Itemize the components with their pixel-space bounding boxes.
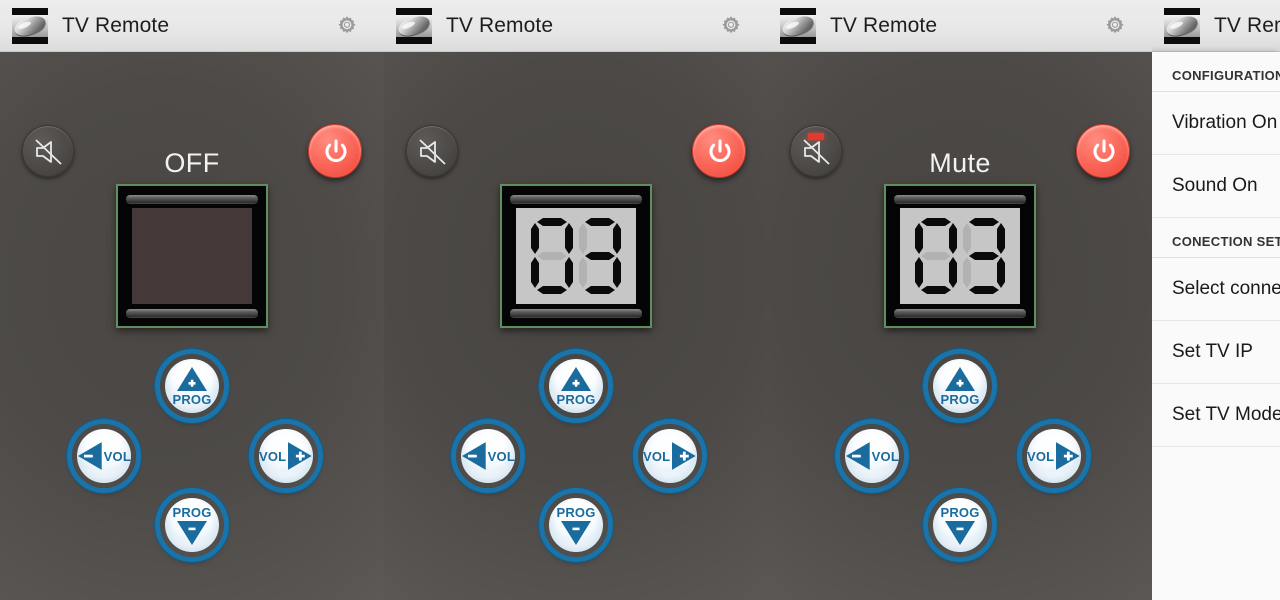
display-bottom-bar [126, 309, 258, 317]
settings-item-vibration[interactable]: Vibration On [1152, 92, 1280, 155]
prog-down-label: PROG [556, 504, 596, 520]
triangle-right-icon [672, 442, 697, 470]
app-screenshot-channel: TV Remote PROG VOL VOL PROG [384, 0, 768, 600]
triangle-left-icon [845, 442, 870, 470]
app-screenshot-off: TV Remote OFF PROG VOL VOL PROG [0, 0, 384, 600]
triangle-left-icon [461, 442, 486, 470]
prog-up-button[interactable]: PROG [544, 354, 608, 418]
gear-icon[interactable] [334, 13, 360, 39]
triangle-up-icon [561, 366, 591, 391]
vol-down-label: VOL [103, 448, 131, 464]
settings-section-header-configuration: CONFIGURATION [1152, 52, 1280, 92]
screenshot-strip: TV Remote OFF PROG VOL VOL PROG TV Remot… [0, 0, 1280, 600]
status-text: OFF [164, 148, 220, 178]
prog-up-button[interactable]: PROG [160, 354, 224, 418]
mute-icon [419, 139, 446, 165]
settings-item-select-connection[interactable]: Select connection [1152, 258, 1280, 321]
settings-item-set-tv-ip[interactable]: Set TV IP [1152, 321, 1280, 384]
prog-down-label: PROG [940, 504, 980, 520]
mute-button[interactable] [406, 125, 458, 177]
prog-down-button[interactable]: PROG [928, 493, 992, 557]
prog-up-label: PROG [556, 391, 596, 407]
display-bottom-bar [894, 309, 1026, 317]
app-title: TV Remote [446, 13, 554, 37]
vol-up-label: VOL [643, 448, 671, 464]
title-bar: TV Remote [768, 0, 1152, 52]
vol-up-button[interactable]: VOL [638, 424, 702, 488]
vol-down-label: VOL [871, 448, 899, 464]
settings-section-header-connection: CONECTION SETTINGS [1152, 218, 1280, 258]
remote-body: OFF PROG VOL VOL PROG [0, 52, 384, 600]
tv-remote-icon [780, 7, 816, 44]
tv-remote-icon [1164, 7, 1200, 44]
app-screenshot-settings: TV Remote CONFIGURATION Vibration On Sou… [1152, 0, 1280, 600]
vol-down-button[interactable]: VOL [840, 424, 904, 488]
power-button[interactable] [692, 124, 746, 178]
display-top-bar [510, 195, 642, 203]
tv-display-channel [500, 184, 652, 328]
vol-up-button[interactable]: VOL [1022, 424, 1086, 488]
title-bar: TV Remote [0, 0, 384, 52]
title-bar: TV Remote [384, 0, 768, 52]
tv-remote-icon [396, 7, 432, 44]
seven-segment-digit [529, 216, 575, 296]
tv-display-off [116, 184, 268, 328]
vol-up-button[interactable]: VOL [254, 424, 318, 488]
display-bottom-bar [510, 309, 642, 317]
app-title: TV Remote [1214, 13, 1280, 37]
title-bar: TV Remote [1152, 0, 1280, 52]
gear-icon[interactable] [718, 13, 744, 39]
prog-up-label: PROG [940, 391, 980, 407]
triangle-right-icon [1056, 442, 1081, 470]
app-screenshot-mute: TV Remote Mute PROG VOL VOL PROG [768, 0, 1152, 600]
app-title: TV Remote [62, 13, 170, 37]
settings-item-set-tv-model[interactable]: Set TV Model [1152, 384, 1280, 447]
triangle-down-icon [561, 520, 591, 545]
display-screen [516, 208, 636, 304]
remote-body: Mute PROG VOL VOL PROG [768, 52, 1152, 600]
prog-down-button[interactable]: PROG [544, 493, 608, 557]
prog-down-label: PROG [172, 504, 212, 520]
tv-remote-icon [12, 7, 48, 44]
triangle-down-icon [945, 520, 975, 545]
display-top-bar [894, 195, 1026, 203]
prog-down-button[interactable]: PROG [160, 493, 224, 557]
triangle-left-icon [77, 442, 102, 470]
vol-down-button[interactable]: VOL [456, 424, 520, 488]
vol-up-label: VOL [259, 448, 287, 464]
display-screen [132, 208, 252, 304]
gear-icon[interactable] [1102, 13, 1128, 39]
prog-up-label: PROG [172, 391, 212, 407]
vol-down-button[interactable]: VOL [72, 424, 136, 488]
remote-body: PROG VOL VOL PROG [384, 52, 768, 600]
seven-segment-digit [913, 216, 959, 296]
display-top-bar [126, 195, 258, 203]
tv-display-mute [884, 184, 1036, 328]
seven-segment-digit [577, 216, 623, 296]
triangle-down-icon [177, 520, 207, 545]
triangle-up-icon [945, 366, 975, 391]
settings-item-sound[interactable]: Sound On [1152, 155, 1280, 218]
triangle-right-icon [288, 442, 313, 470]
display-screen [900, 208, 1020, 304]
app-title: TV Remote [830, 13, 938, 37]
seven-segment-digit [961, 216, 1007, 296]
settings-menu: CONFIGURATION Vibration On Sound On CONE… [1152, 52, 1280, 600]
prog-up-button[interactable]: PROG [928, 354, 992, 418]
triangle-up-icon [177, 366, 207, 391]
vol-down-label: VOL [487, 448, 515, 464]
vol-up-label: VOL [1027, 448, 1055, 464]
status-text: Mute [929, 148, 991, 178]
power-icon [709, 139, 731, 162]
